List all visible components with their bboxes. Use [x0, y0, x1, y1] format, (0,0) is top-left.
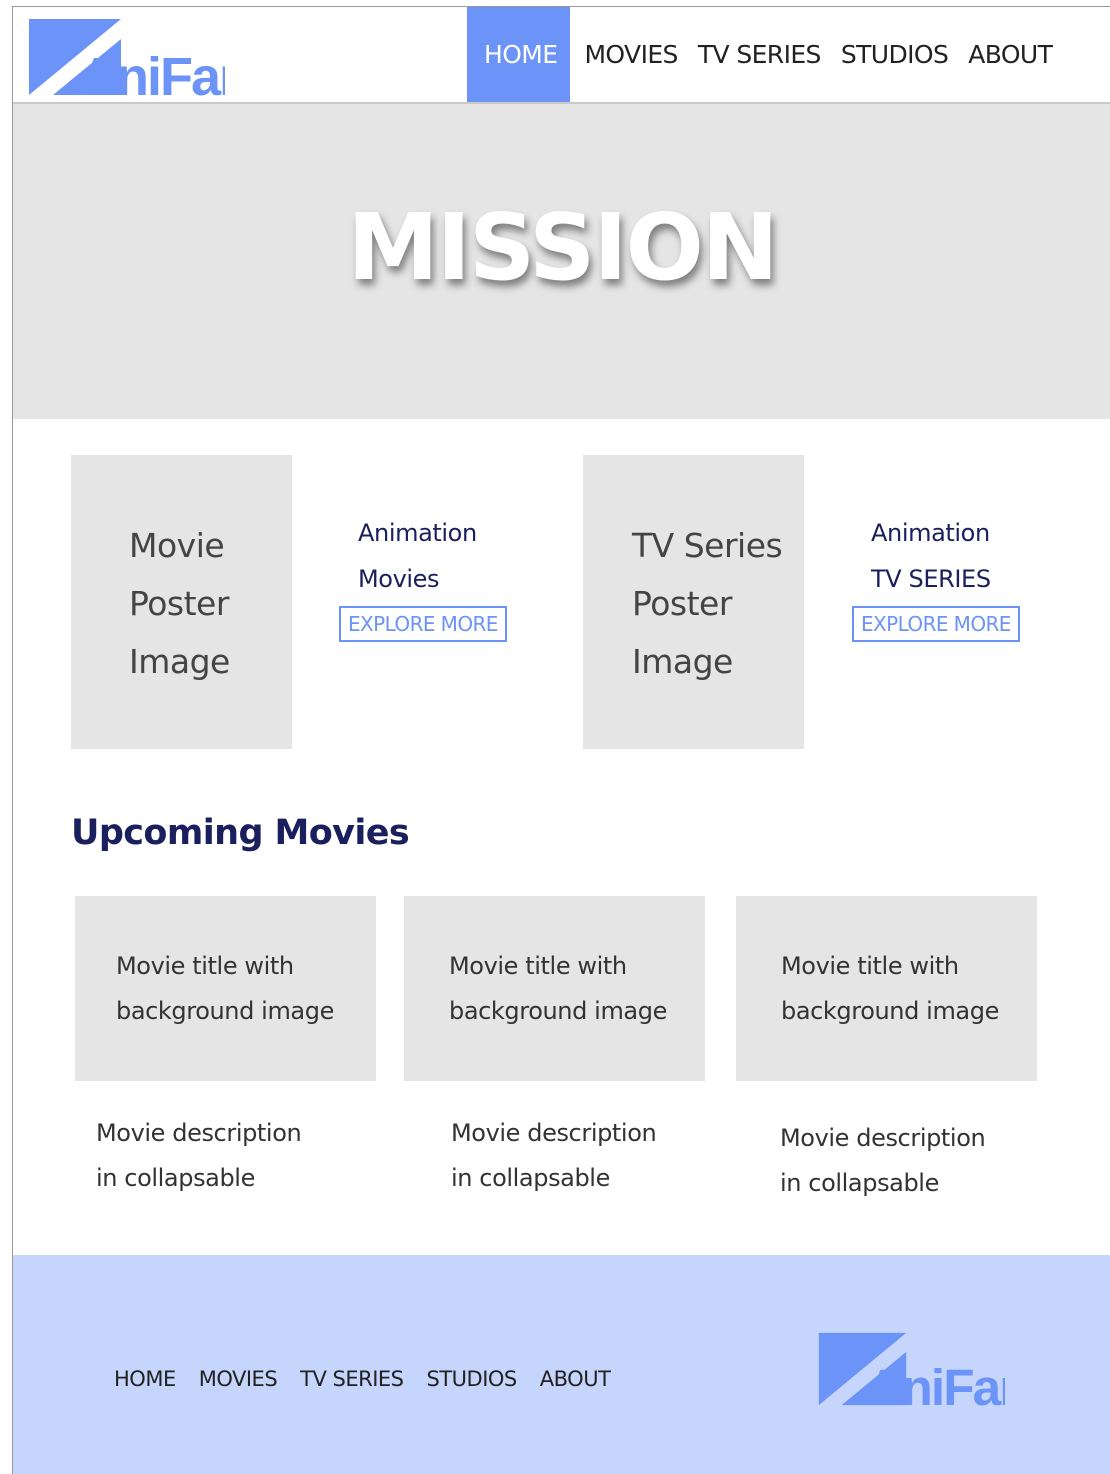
poster-line: Poster	[129, 584, 229, 623]
nav-tv-series[interactable]: TV SERIES	[688, 7, 831, 102]
feature-label-line: Movies	[358, 565, 440, 593]
movie-desc-line: Movie description	[451, 1119, 657, 1147]
explore-more-movies-button[interactable]: EXPLORE MORE	[339, 606, 507, 642]
nav-movies[interactable]: MOVIES	[574, 7, 687, 102]
logo-wordmark: AniFan	[866, 1359, 1005, 1411]
footer-link-movies[interactable]: MOVIES	[199, 1367, 278, 1391]
upcoming-movie-card[interactable]: Movie title with background image	[736, 896, 1037, 1081]
footer-link-home[interactable]: HOME	[114, 1367, 176, 1391]
poster-line: TV Series	[632, 526, 783, 565]
feature-label-line: Animation	[358, 519, 477, 547]
hero-banner: MISSION	[13, 104, 1110, 419]
tv-series-poster-placeholder: TV Series Poster Image	[583, 455, 804, 749]
movie-title-line: background image	[116, 997, 334, 1025]
footer-link-tv-series[interactable]: TV SERIES	[300, 1367, 404, 1391]
upcoming-movie-card[interactable]: Movie title with background image	[404, 896, 705, 1081]
movie-description[interactable]: Movie description in collapsable	[451, 1111, 711, 1201]
site-header: AniFan HOME MOVIES TV SERIES STUDIOS ABO…	[13, 7, 1110, 104]
movie-title-line: Movie title with	[781, 952, 959, 980]
movie-title-line: Movie title with	[449, 952, 627, 980]
page-frame: AniFan HOME MOVIES TV SERIES STUDIOS ABO…	[12, 6, 1110, 1474]
feature-label-line: Animation	[871, 519, 990, 547]
movie-poster-placeholder: Movie Poster Image	[71, 455, 292, 749]
nav-home[interactable]: HOME	[467, 7, 571, 102]
movie-desc-line: in collapsable	[96, 1164, 255, 1192]
movie-desc-line: Movie description	[96, 1119, 302, 1147]
anifan-logo-icon: AniFan	[29, 19, 225, 99]
movie-description[interactable]: Movie description in collapsable	[96, 1111, 356, 1201]
poster-line: Image	[129, 642, 230, 681]
poster-line: Movie	[129, 526, 225, 565]
poster-line: Poster	[632, 584, 732, 623]
movie-desc-line: in collapsable	[451, 1164, 610, 1192]
anifan-logo-icon: AniFan	[818, 1332, 1005, 1411]
movie-title-line: background image	[449, 997, 667, 1025]
movie-desc-line: Movie description	[780, 1124, 986, 1152]
logo-wordmark: AniFan	[79, 47, 225, 99]
movie-title-line: background image	[781, 997, 999, 1025]
nav-about[interactable]: ABOUT	[958, 7, 1062, 102]
upcoming-movies-heading: Upcoming Movies	[71, 813, 410, 853]
hero-title: MISSION	[347, 194, 779, 301]
main-nav: HOME MOVIES TV SERIES STUDIOS ABOUT	[467, 7, 1062, 102]
feature-animation-tv-series: Animation TV SERIES EXPLORE MORE	[852, 510, 1020, 642]
explore-more-tv-button[interactable]: EXPLORE MORE	[852, 606, 1020, 642]
movie-desc-line: in collapsable	[780, 1169, 939, 1197]
feature-animation-movies: Animation Movies EXPLORE MORE	[339, 510, 507, 642]
upcoming-movie-card[interactable]: Movie title with background image	[75, 896, 376, 1081]
feature-label-line: TV SERIES	[871, 565, 991, 593]
anifan-logo[interactable]: AniFan	[25, 15, 225, 99]
footer-link-about[interactable]: ABOUT	[540, 1367, 611, 1391]
movie-description[interactable]: Movie description in collapsable	[780, 1116, 1040, 1206]
site-footer: HOME MOVIES TV SERIES STUDIOS ABOUT AniF…	[13, 1255, 1110, 1474]
nav-studios[interactable]: STUDIOS	[831, 7, 958, 102]
poster-line: Image	[632, 642, 733, 681]
footer-nav: HOME MOVIES TV SERIES STUDIOS ABOUT	[114, 1367, 633, 1391]
movie-title-line: Movie title with	[116, 952, 294, 980]
footer-anifan-logo[interactable]: AniFan	[815, 1327, 1005, 1411]
footer-link-studios[interactable]: STUDIOS	[427, 1367, 518, 1391]
